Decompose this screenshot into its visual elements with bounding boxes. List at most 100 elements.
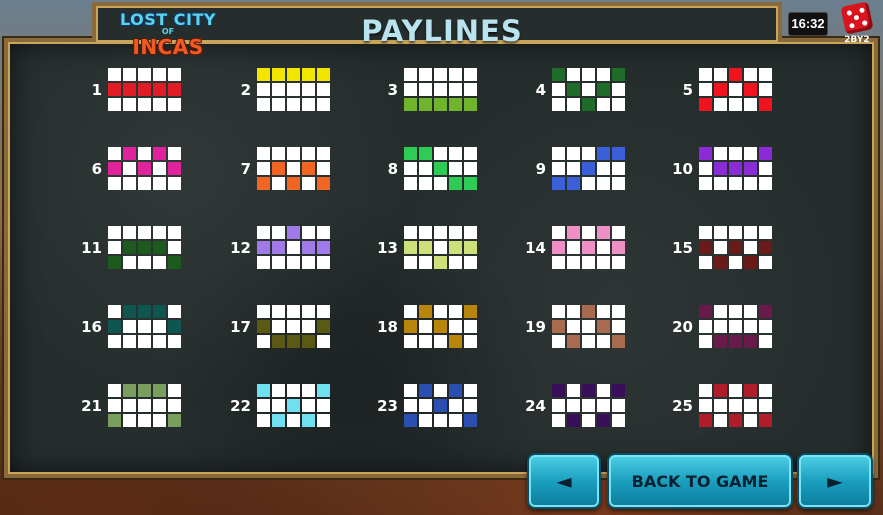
payline-cell bbox=[257, 177, 270, 190]
payline-cell bbox=[567, 320, 580, 333]
payline-cell bbox=[302, 162, 315, 175]
payline-cell bbox=[597, 68, 610, 81]
payline-cell bbox=[257, 147, 270, 160]
payline-cell bbox=[434, 399, 447, 412]
payline-cell bbox=[138, 147, 151, 160]
payline-cell bbox=[714, 256, 727, 269]
payline-cell bbox=[759, 320, 772, 333]
payline-cell bbox=[759, 147, 772, 160]
payline-cell bbox=[272, 177, 285, 190]
payline-cell bbox=[302, 256, 315, 269]
payline-number: 18 bbox=[377, 318, 398, 336]
payline-number: 22 bbox=[230, 397, 251, 415]
payline-pattern bbox=[699, 384, 774, 430]
payline-cell bbox=[108, 256, 121, 269]
payline-cell bbox=[272, 241, 285, 254]
payline-number: 5 bbox=[682, 81, 693, 99]
payline-cell bbox=[464, 399, 477, 412]
payline-cell bbox=[552, 83, 565, 96]
payline-cell bbox=[612, 68, 625, 81]
payline-cell bbox=[302, 305, 315, 318]
payline-cell bbox=[729, 241, 742, 254]
payline-cell bbox=[138, 305, 151, 318]
payline-cell bbox=[317, 241, 330, 254]
payline-cell bbox=[287, 305, 300, 318]
payline-cell bbox=[272, 226, 285, 239]
payline-cell bbox=[419, 68, 432, 81]
payline-cell bbox=[582, 226, 595, 239]
payline-cell bbox=[302, 177, 315, 190]
payline-cell bbox=[434, 162, 447, 175]
payline-cell bbox=[302, 68, 315, 81]
payline-cell bbox=[404, 335, 417, 348]
next-page-button[interactable]: ► bbox=[797, 453, 873, 509]
payline-cell bbox=[317, 414, 330, 427]
payline-cell bbox=[317, 335, 330, 348]
payline-cell bbox=[759, 384, 772, 397]
payline-cell bbox=[612, 384, 625, 397]
payline-pattern bbox=[404, 147, 479, 193]
payline-cell bbox=[552, 68, 565, 81]
payline-number: 16 bbox=[81, 318, 102, 336]
payline-cell bbox=[153, 177, 166, 190]
payline-cell bbox=[138, 414, 151, 427]
payline-cell bbox=[552, 147, 565, 160]
payline-cell bbox=[552, 226, 565, 239]
payline-cell bbox=[404, 305, 417, 318]
payline-cell bbox=[449, 384, 462, 397]
payline-cell bbox=[567, 162, 580, 175]
payline-number: 15 bbox=[672, 239, 693, 257]
payline-cell bbox=[317, 177, 330, 190]
payline-cell bbox=[729, 177, 742, 190]
payline-cell bbox=[272, 384, 285, 397]
payline-pattern bbox=[552, 226, 627, 272]
payline-cell bbox=[729, 256, 742, 269]
payline-cell bbox=[744, 68, 757, 81]
payline-cell bbox=[729, 147, 742, 160]
payline-cell bbox=[729, 384, 742, 397]
payline-cell bbox=[567, 399, 580, 412]
payline-cell bbox=[138, 335, 151, 348]
payline-number: 7 bbox=[240, 160, 251, 178]
payline-cell bbox=[153, 320, 166, 333]
payline-cell bbox=[759, 68, 772, 81]
payline-cell bbox=[317, 147, 330, 160]
payline-cell bbox=[257, 68, 270, 81]
previous-page-button[interactable]: ◄ bbox=[527, 453, 601, 509]
payline-cell bbox=[419, 177, 432, 190]
payline-cell bbox=[729, 162, 742, 175]
payline-cell bbox=[759, 226, 772, 239]
payline-cell bbox=[404, 241, 417, 254]
payline-cell bbox=[567, 177, 580, 190]
payline-pattern bbox=[257, 384, 332, 430]
payline-cell bbox=[257, 414, 270, 427]
payline-cell bbox=[449, 162, 462, 175]
payline-pattern bbox=[552, 384, 627, 430]
payline-cell bbox=[153, 162, 166, 175]
payline-cell bbox=[759, 414, 772, 427]
payline-cell bbox=[404, 147, 417, 160]
payline-cell bbox=[597, 414, 610, 427]
back-to-game-button[interactable]: BACK TO GAME bbox=[607, 453, 793, 509]
payline-cell bbox=[612, 98, 625, 111]
payline-cell bbox=[714, 226, 727, 239]
payline-number: 11 bbox=[81, 239, 102, 257]
payline-cell bbox=[434, 68, 447, 81]
payline-cell bbox=[108, 399, 121, 412]
payline-pattern bbox=[404, 68, 479, 114]
payline-cell bbox=[759, 241, 772, 254]
payline-cell bbox=[434, 83, 447, 96]
payline-cell bbox=[567, 98, 580, 111]
payline-cell bbox=[464, 83, 477, 96]
payline-cell bbox=[612, 320, 625, 333]
payline-cell bbox=[714, 98, 727, 111]
payline-cell bbox=[419, 162, 432, 175]
payline-cell bbox=[744, 256, 757, 269]
payline-cell bbox=[759, 335, 772, 348]
payline-cell bbox=[108, 147, 121, 160]
payline-cell bbox=[257, 335, 270, 348]
payline-pattern bbox=[699, 226, 774, 272]
payline-cell bbox=[168, 147, 181, 160]
payline-cell bbox=[287, 162, 300, 175]
payline-cell bbox=[744, 384, 757, 397]
